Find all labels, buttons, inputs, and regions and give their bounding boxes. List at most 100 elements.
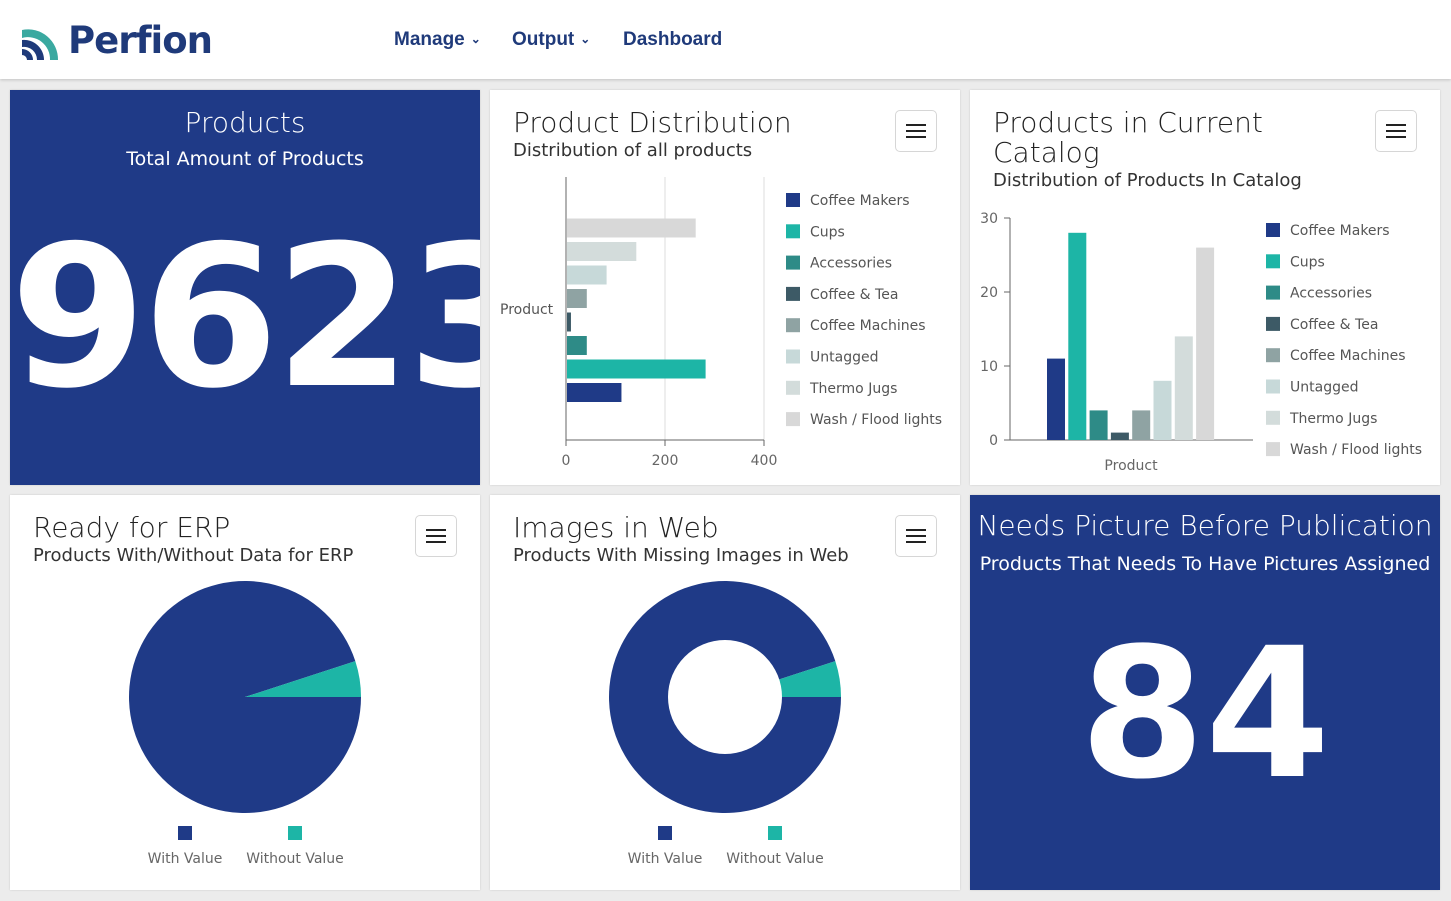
- chevron-down-icon: ⌄: [580, 32, 591, 46]
- ready-for-erp-pie-chart: With Value Without Value: [129, 580, 361, 867]
- nav-dashboard[interactable]: Dashboard: [623, 27, 722, 53]
- bar: [567, 336, 587, 355]
- bar: [1068, 232, 1087, 440]
- legend-swatch: [288, 826, 302, 840]
- legend-label: Coffee Machines: [810, 318, 926, 334]
- bar: [1047, 358, 1065, 440]
- legend-swatch: [786, 255, 800, 270]
- nav-output-label: Output: [512, 29, 575, 50]
- bar: [567, 289, 587, 308]
- legend-swatch: [768, 826, 782, 840]
- x-tick-label: 0: [562, 453, 571, 469]
- images-in-web-subtitle: Products With Missing Images in Web: [513, 545, 849, 566]
- current-catalog-subtitle: Distribution of Products In Catalog: [993, 170, 1302, 191]
- y-category-label: Product: [500, 302, 554, 318]
- chart-menu-button[interactable]: [415, 515, 457, 557]
- legend-swatch: [786, 412, 800, 427]
- nav-manage[interactable]: Manage ⌄: [394, 27, 481, 53]
- products-card: Products Total Amount of Products 9623: [10, 90, 480, 485]
- legend-swatch: [178, 826, 192, 840]
- legend-label: Coffee Makers: [1290, 223, 1390, 239]
- legend-label: Without Value: [726, 851, 824, 867]
- chart-menu-button[interactable]: [895, 515, 937, 557]
- legend-label: Without Value: [246, 851, 344, 867]
- legend-label: Untagged: [1290, 380, 1358, 396]
- legend-label: With Value: [628, 851, 703, 867]
- legend-swatch: [1266, 442, 1280, 457]
- product-distribution-title: Product Distribution: [513, 106, 792, 139]
- y-tick-label: 10: [980, 359, 998, 375]
- products-total-value: 9623: [10, 204, 480, 432]
- x-tick-label: 400: [751, 453, 778, 469]
- bar: [567, 218, 696, 238]
- legend-label: Coffee & Tea: [1290, 317, 1378, 333]
- legend-label: Thermo Jugs: [809, 381, 897, 397]
- chevron-down-icon: ⌄: [470, 32, 481, 46]
- chart-menu-button[interactable]: [1375, 110, 1417, 152]
- nav-dashboard-label: Dashboard: [623, 29, 723, 50]
- logo-text: Perfion: [68, 19, 213, 62]
- legend-swatch: [786, 380, 800, 395]
- legend-swatch: [1266, 223, 1280, 237]
- needs-picture-title: Needs Picture Before Publication: [977, 509, 1433, 542]
- hamburger-icon: [906, 529, 926, 531]
- legend-swatch: [786, 224, 800, 239]
- legend-swatch: [1266, 316, 1280, 331]
- y-tick-label: 20: [980, 285, 998, 301]
- images-in-web-title: Images in Web: [513, 511, 719, 544]
- perfion-logo-icon: [22, 29, 59, 60]
- legend-swatch: [658, 826, 672, 840]
- perfion-logo[interactable]: Perfion: [18, 18, 218, 64]
- legend-label: Coffee Makers: [810, 193, 910, 209]
- current-catalog-title: Products in Current Catalog: [993, 106, 1263, 169]
- needs-picture-value: 84: [1079, 610, 1331, 819]
- hamburger-icon: [426, 529, 446, 531]
- nav-output[interactable]: Output ⌄: [512, 27, 590, 53]
- y-tick-label: 0: [989, 433, 998, 449]
- legend-swatch: [786, 318, 800, 333]
- legend-label: Accessories: [1290, 286, 1372, 302]
- bar: [567, 242, 637, 261]
- legend-swatch: [1266, 379, 1280, 394]
- donut-hole: [668, 640, 782, 754]
- legend-swatch: [1266, 254, 1280, 269]
- bar: [1174, 336, 1193, 440]
- top-navbar: Perfion Manage ⌄ Output ⌄ Dashboard: [0, 0, 1451, 79]
- ready-for-erp-title: Ready for ERP: [33, 511, 231, 544]
- needs-picture-card: Needs Picture Before Publication Product…: [970, 495, 1440, 890]
- nav-manage-label: Manage: [394, 29, 465, 50]
- legend-label: Coffee Machines: [1290, 348, 1406, 364]
- product-distribution-card: Product Distribution Distribution of all…: [490, 90, 960, 485]
- images-in-web-donut-chart: With Value Without Value: [609, 580, 841, 867]
- bar: [567, 265, 607, 285]
- y-tick-label: 30: [980, 211, 998, 227]
- ready-for-erp-card: Ready for ERP Products With/Without Data…: [10, 495, 480, 890]
- legend-label: Thermo Jugs: [1289, 411, 1377, 427]
- legend-label: Cups: [810, 224, 845, 240]
- x-axis-label: Product: [1104, 458, 1158, 474]
- legend-swatch: [786, 193, 800, 207]
- x-tick-label: 200: [652, 453, 679, 469]
- bar: [567, 312, 571, 332]
- needs-picture-subtitle: Products That Needs To Have Pictures Ass…: [979, 553, 1431, 575]
- hamburger-icon: [906, 124, 926, 126]
- legend-label: Wash / Flood lights: [810, 412, 942, 428]
- chart-menu-button[interactable]: [895, 110, 937, 152]
- bar: [1089, 410, 1108, 440]
- legend-swatch: [1266, 285, 1280, 300]
- product-distribution-subtitle: Distribution of all products: [513, 140, 753, 161]
- current-catalog-chart: 0 10 20 30 Product Coffee Makers Cups Accessori…: [980, 211, 1422, 474]
- products-card-title: Products: [184, 106, 306, 139]
- legend-label: With Value: [148, 851, 223, 867]
- products-card-subtitle: Total Amount of Products: [126, 148, 364, 170]
- legend-label: Wash / Flood lights: [1290, 442, 1422, 458]
- bar: [1153, 380, 1172, 440]
- images-in-web-card: Images in Web Products With Missing Imag…: [490, 495, 960, 890]
- legend-swatch: [786, 286, 800, 301]
- legend-label: Accessories: [810, 256, 892, 272]
- bar: [1132, 410, 1151, 440]
- ready-for-erp-subtitle: Products With/Without Data for ERP: [33, 545, 354, 566]
- legend-swatch: [1266, 410, 1280, 425]
- bar: [567, 383, 622, 402]
- product-distribution-chart: 0 200 400 Product Coffee Makers Cups Accessori…: [500, 177, 942, 469]
